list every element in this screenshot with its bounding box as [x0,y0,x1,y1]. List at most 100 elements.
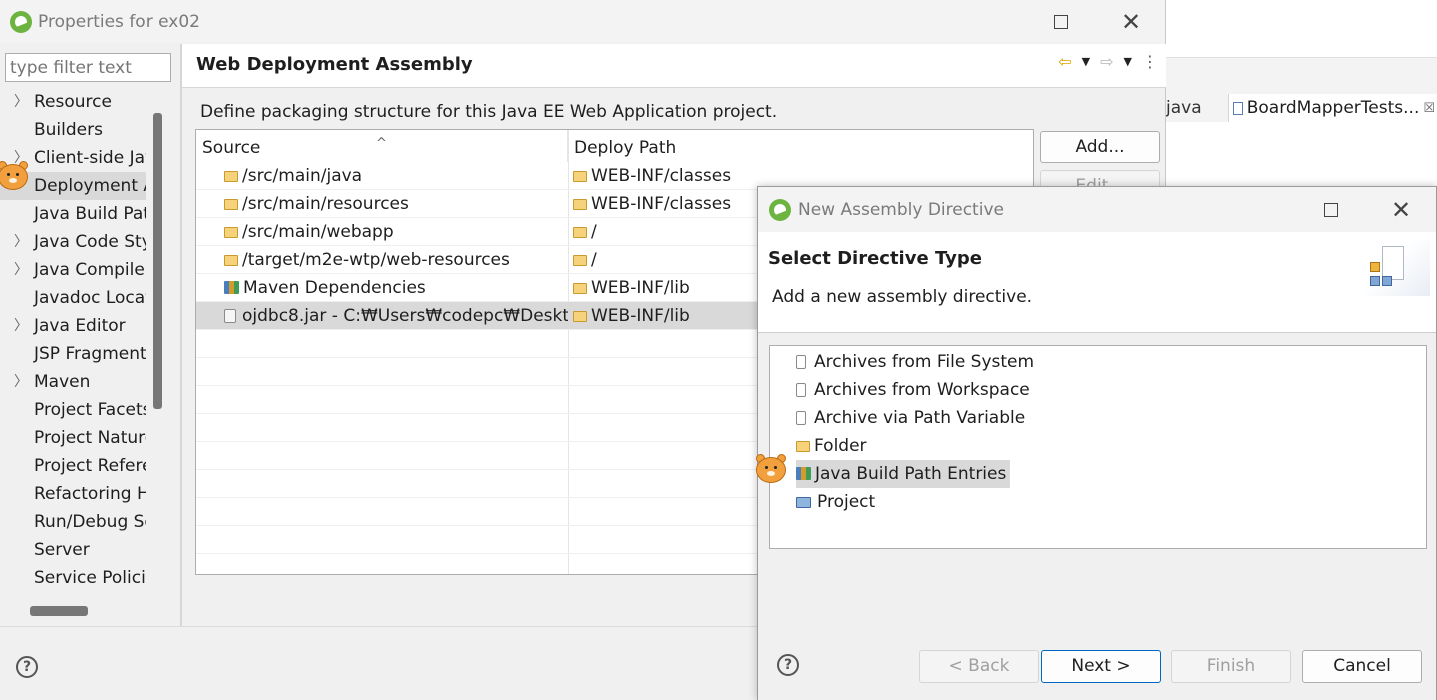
nav-vertical-scrollbar[interactable] [153,113,162,409]
mascot-cursor-icon [752,453,790,487]
nav-item-java-compiler[interactable]: 〉 Java Compiler [0,256,146,284]
filter-input[interactable] [5,53,171,82]
nav-item-project-references[interactable]: Project References [0,452,146,480]
nav-horizontal-scrollbar[interactable] [30,606,88,616]
nav-item-builders[interactable]: Builders [0,116,146,144]
deploy-cell: WEB-INF/classes [591,166,732,186]
nav-item-label: Builders [34,120,103,140]
nav-item-label: Java Compiler [34,260,146,280]
jar-icon [796,355,806,369]
window-title: Properties for ex02 [38,11,200,32]
nav-item-label: Run/Debug Settings [34,512,146,532]
maximize-button[interactable] [1026,0,1096,43]
nav-item-run-debug-settings[interactable]: Run/Debug Settings [0,508,146,536]
sash-divider[interactable] [180,44,182,626]
back-dropdown-icon[interactable]: ▼ [1082,55,1090,68]
sort-up-icon: ^ [376,136,387,151]
assembly-wizard-icon [1364,240,1430,296]
add-button[interactable]: Add... [1040,131,1160,163]
deploy-cell: / [591,250,597,270]
chevron-right-icon[interactable]: 〉 [14,312,28,340]
wizard-subheading: Add a new assembly directive. [772,287,1033,307]
chevron-right-icon[interactable]: 〉 [14,88,28,116]
source-cell: /src/main/java [242,166,363,186]
maximize-button[interactable] [1296,187,1366,232]
nav-item-label: JSP Fragment [34,344,146,364]
chevron-right-icon[interactable]: 〉 [14,368,28,396]
background-field [1166,30,1437,58]
page-title: Web Deployment Assembly [196,54,473,75]
nav-item-java-code-style[interactable]: 〉 Java Code Style [0,228,146,256]
wizard-heading: Select Directive Type [768,248,982,269]
source-cell: /src/main/resources [242,194,409,214]
editor-tab-partial[interactable]: java [1166,94,1226,122]
maximize-icon [1054,14,1068,29]
nav-item-jsp-fragment[interactable]: JSP Fragment [0,340,146,368]
next-button[interactable]: Next > [1041,650,1161,683]
jar-icon [796,411,806,425]
deploy-cell: WEB-INF/lib [591,306,690,326]
close-icon: ✕ [1390,195,1412,224]
mascot-cursor-icon [0,160,32,194]
nav-item-label: Refactoring History [34,484,146,504]
nav-item-label: Java Editor [34,316,126,336]
nav-item-refactoring-history[interactable]: Refactoring History [0,480,146,508]
list-item-archive-path-variable[interactable]: Archive via Path Variable [796,404,1029,432]
back-button[interactable]: < Back [919,650,1039,683]
spring-app-icon [769,198,791,221]
list-item-archives-file-system[interactable]: Archives from File System [796,348,1038,376]
folder-icon [796,441,810,452]
editor-tab-boardmappertests[interactable]: BoardMapperTests... ☒ [1228,94,1437,122]
chevron-right-icon[interactable]: 〉 [14,256,28,284]
nav-item-maven[interactable]: 〉 Maven [0,368,146,396]
nav-item-label: Deployment Assembly [34,176,146,196]
close-icon: ✕ [1120,7,1142,36]
folder-icon [573,283,587,294]
list-item-label: Archive via Path Variable [814,408,1026,428]
cancel-button[interactable]: Cancel [1302,650,1422,683]
history-nav: ⇦ ▼ ⇨ ▼ ⋮ [1058,52,1158,71]
project-folder-icon [796,497,811,508]
jar-icon [224,309,236,323]
finish-button[interactable]: Finish [1171,650,1291,683]
column-header-source[interactable]: Source ^ [196,130,568,162]
column-header-deploy-path[interactable]: Deploy Path [568,130,1033,162]
nav-item-resource[interactable]: 〉 Resource [0,88,146,116]
nav-item-label: Client-side JavaScript [34,148,146,168]
forward-dropdown-icon[interactable]: ▼ [1124,55,1132,68]
list-item-archives-workspace[interactable]: Archives from Workspace [796,376,1034,404]
nav-item-java-build-path[interactable]: Java Build Path [0,200,146,228]
nav-item-service-policies[interactable]: Service Policies [0,564,146,592]
back-arrow-icon[interactable]: ⇦ [1058,52,1071,71]
help-icon[interactable]: ? [777,654,799,676]
nav-item-label: Resource [34,92,112,112]
properties-titlebar: Properties for ex02 [0,0,1165,43]
nav-item-label: Java Code Style [34,232,146,252]
close-icon[interactable]: ☒ [1423,101,1435,116]
nav-item-project-facets[interactable]: Project Facets [0,396,146,424]
source-cell: /src/main/webapp [242,222,394,242]
nav-item-javadoc-location[interactable]: Javadoc Location [0,284,146,312]
list-item-folder[interactable]: Folder [796,432,871,460]
close-button[interactable]: ✕ [1366,187,1436,232]
folder-icon [573,227,587,238]
chevron-right-icon[interactable]: 〉 [14,228,28,256]
close-button[interactable]: ✕ [1096,0,1166,43]
deploy-cell: WEB-INF/classes [591,194,732,214]
source-cell: Maven Dependencies [243,278,426,298]
help-icon[interactable]: ? [16,656,38,678]
more-options-icon[interactable]: ⋮ [1142,52,1158,71]
wizard-header: Select Directive Type Add a new assembly… [758,232,1436,333]
nav-item-project-natures[interactable]: Project Natures [0,424,146,452]
nav-item-server[interactable]: Server [0,536,146,564]
nav-item-java-editor[interactable]: 〉 Java Editor [0,312,146,340]
forward-arrow-icon[interactable]: ⇨ [1100,52,1113,71]
nav-item-label: Project Facets [34,400,146,420]
column-header-label: Source [202,138,261,158]
directive-type-list: Archives from File System Archives from … [769,345,1427,549]
source-cell: /target/m2e-wtp/web-resources [242,250,510,270]
background-toolbar [1166,0,1437,30]
list-item-java-build-path-entries[interactable]: Java Build Path Entries [796,460,1011,488]
list-item-project[interactable]: Project [796,488,879,516]
list-item-label: Archives from Workspace [814,380,1030,400]
